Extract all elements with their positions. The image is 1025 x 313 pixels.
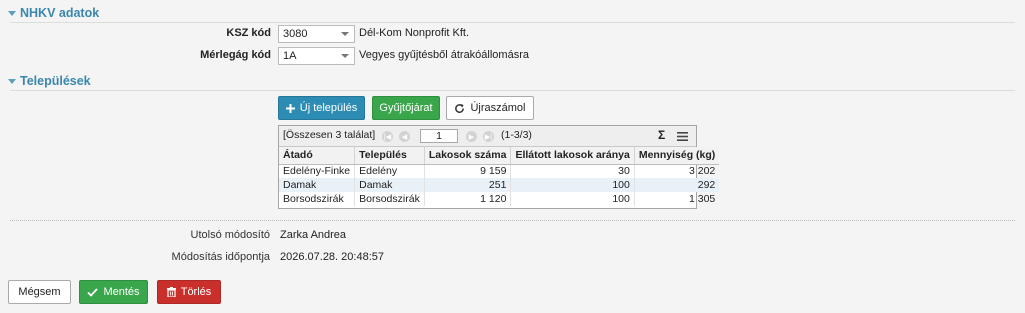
ksz-label: KSZ kód <box>226 27 271 39</box>
new-telepules-button[interactable]: Új település <box>278 96 365 120</box>
column-header-ellatott[interactable]: Ellátott lakosok aránya <box>510 147 635 165</box>
column-header-telepules[interactable]: Település <box>354 147 425 165</box>
recalculate-button[interactable]: Újraszámol <box>446 96 534 120</box>
modifier-label: Utolsó módosító <box>190 229 270 241</box>
section-title-nhkv: NHKV adatok <box>20 6 100 20</box>
grid-total-count: [Összesen 3 találat] <box>283 129 376 141</box>
save-button[interactable]: Mentés <box>79 280 148 304</box>
cell-ellatott: 100 <box>510 192 635 206</box>
grid-header-row: Átadó Település Lakosok száma Ellátott l… <box>279 147 720 165</box>
column-header-mennyiseg[interactable]: Mennyiség (kg) <box>634 147 720 165</box>
new-telepules-label: Új település <box>299 102 358 114</box>
ksz-select[interactable]: 3080 <box>278 25 355 43</box>
chevron-down-icon <box>341 32 349 36</box>
gyujtojarat-button[interactable]: Gyűjtőjárat <box>372 96 440 120</box>
cell-mennyiseg: 1 305 <box>689 193 716 205</box>
merleg-select-value: 1A <box>283 50 297 62</box>
divider <box>10 220 1015 221</box>
recalculate-label: Újraszámol <box>470 102 526 114</box>
page-number-input[interactable]: 1 <box>420 129 458 143</box>
column-header-lakosok[interactable]: Lakosok száma <box>424 147 512 165</box>
last-page-icon[interactable]: ▶| <box>483 131 494 142</box>
delete-label: Törlés <box>180 286 212 298</box>
cell-telepules: Damak <box>354 178 425 192</box>
prev-page-icon[interactable]: ◀ <box>399 131 410 142</box>
sigma-icon[interactable]: Σ <box>658 128 665 142</box>
ksz-select-value: 3080 <box>283 28 308 40</box>
cell-atado: Borsodszirák <box>279 192 356 206</box>
cell-ellatott: 100 <box>510 178 635 192</box>
section-title-telepulesek: Települések <box>20 74 91 88</box>
section-header-nhkv[interactable]: NHKV adatok <box>8 6 99 20</box>
check-icon <box>87 287 99 297</box>
cell-lakosok: 251 <box>424 178 512 192</box>
first-page-icon[interactable]: |◀ <box>382 131 393 142</box>
divider <box>10 22 1015 23</box>
modtime-label: Módosítás időpontja <box>171 251 270 263</box>
next-page-icon[interactable]: ▶ <box>466 131 477 142</box>
grid-toolbar: [Összesen 3 találat] |◀ ◀ 1 ▶ ▶| (1-3/3)… <box>279 126 696 147</box>
divider <box>10 90 1015 91</box>
table-row[interactable]: Borsodszirák Borsodszirák 1 120 100 1 30… <box>279 192 719 206</box>
column-header-atado[interactable]: Átadó <box>279 147 356 165</box>
modifier-value: Zarka Andrea <box>280 229 347 241</box>
modtime-value: 2026.07.28. 20:48:57 <box>280 251 384 263</box>
cancel-button[interactable]: Mégsem <box>8 280 71 304</box>
page: NHKV adatok KSZ kód 3080 Dél-Kom Nonprof… <box>0 0 1025 313</box>
cancel-label: Mégsem <box>18 286 61 298</box>
merleg-label: Mérlegág kód <box>200 49 271 61</box>
table-row[interactable]: Edelény-Finke Edelény 9 159 30 3 202 <box>279 164 719 178</box>
merleg-description: Vegyes gyűjtésből átrakóállomásra <box>359 49 529 61</box>
menu-icon[interactable] <box>677 132 688 144</box>
cell-atado: Edelény-Finke <box>279 164 356 178</box>
telepulesek-grid: [Összesen 3 találat] |◀ ◀ 1 ▶ ▶| (1-3/3)… <box>278 125 720 209</box>
chevron-down-icon <box>341 54 349 58</box>
plus-icon <box>285 103 295 113</box>
cell-atado: Damak <box>279 178 356 192</box>
caret-down-icon <box>8 78 16 84</box>
cell-mennyiseg: 3 202 <box>689 165 716 178</box>
save-label: Mentés <box>103 286 140 298</box>
trash-icon <box>166 287 176 297</box>
refresh-icon <box>454 103 465 114</box>
merleg-select[interactable]: 1A <box>278 47 355 65</box>
cell-ellatott: 30 <box>510 164 635 178</box>
cell-telepules: Borsodszirák <box>354 192 425 206</box>
cell-mennyiseg: 292 <box>634 178 720 192</box>
cell-telepules: Edelény <box>354 164 425 178</box>
gyujtojarat-label: Gyűjtőjárat <box>379 102 433 114</box>
section-header-telepulesek[interactable]: Települések <box>8 74 91 88</box>
cell-lakosok: 1 120 <box>424 192 512 206</box>
grid-range: (1-3/3) <box>501 129 532 141</box>
caret-down-icon <box>8 10 16 16</box>
ksz-description: Dél-Kom Nonprofit Kft. <box>359 27 470 39</box>
grid-table: Átadó Település Lakosok száma Ellátott l… <box>279 147 720 206</box>
table-row[interactable]: Damak Damak 251 100 292 <box>279 178 720 192</box>
cell-lakosok: 9 159 <box>424 164 512 178</box>
delete-button[interactable]: Törlés <box>157 280 221 304</box>
